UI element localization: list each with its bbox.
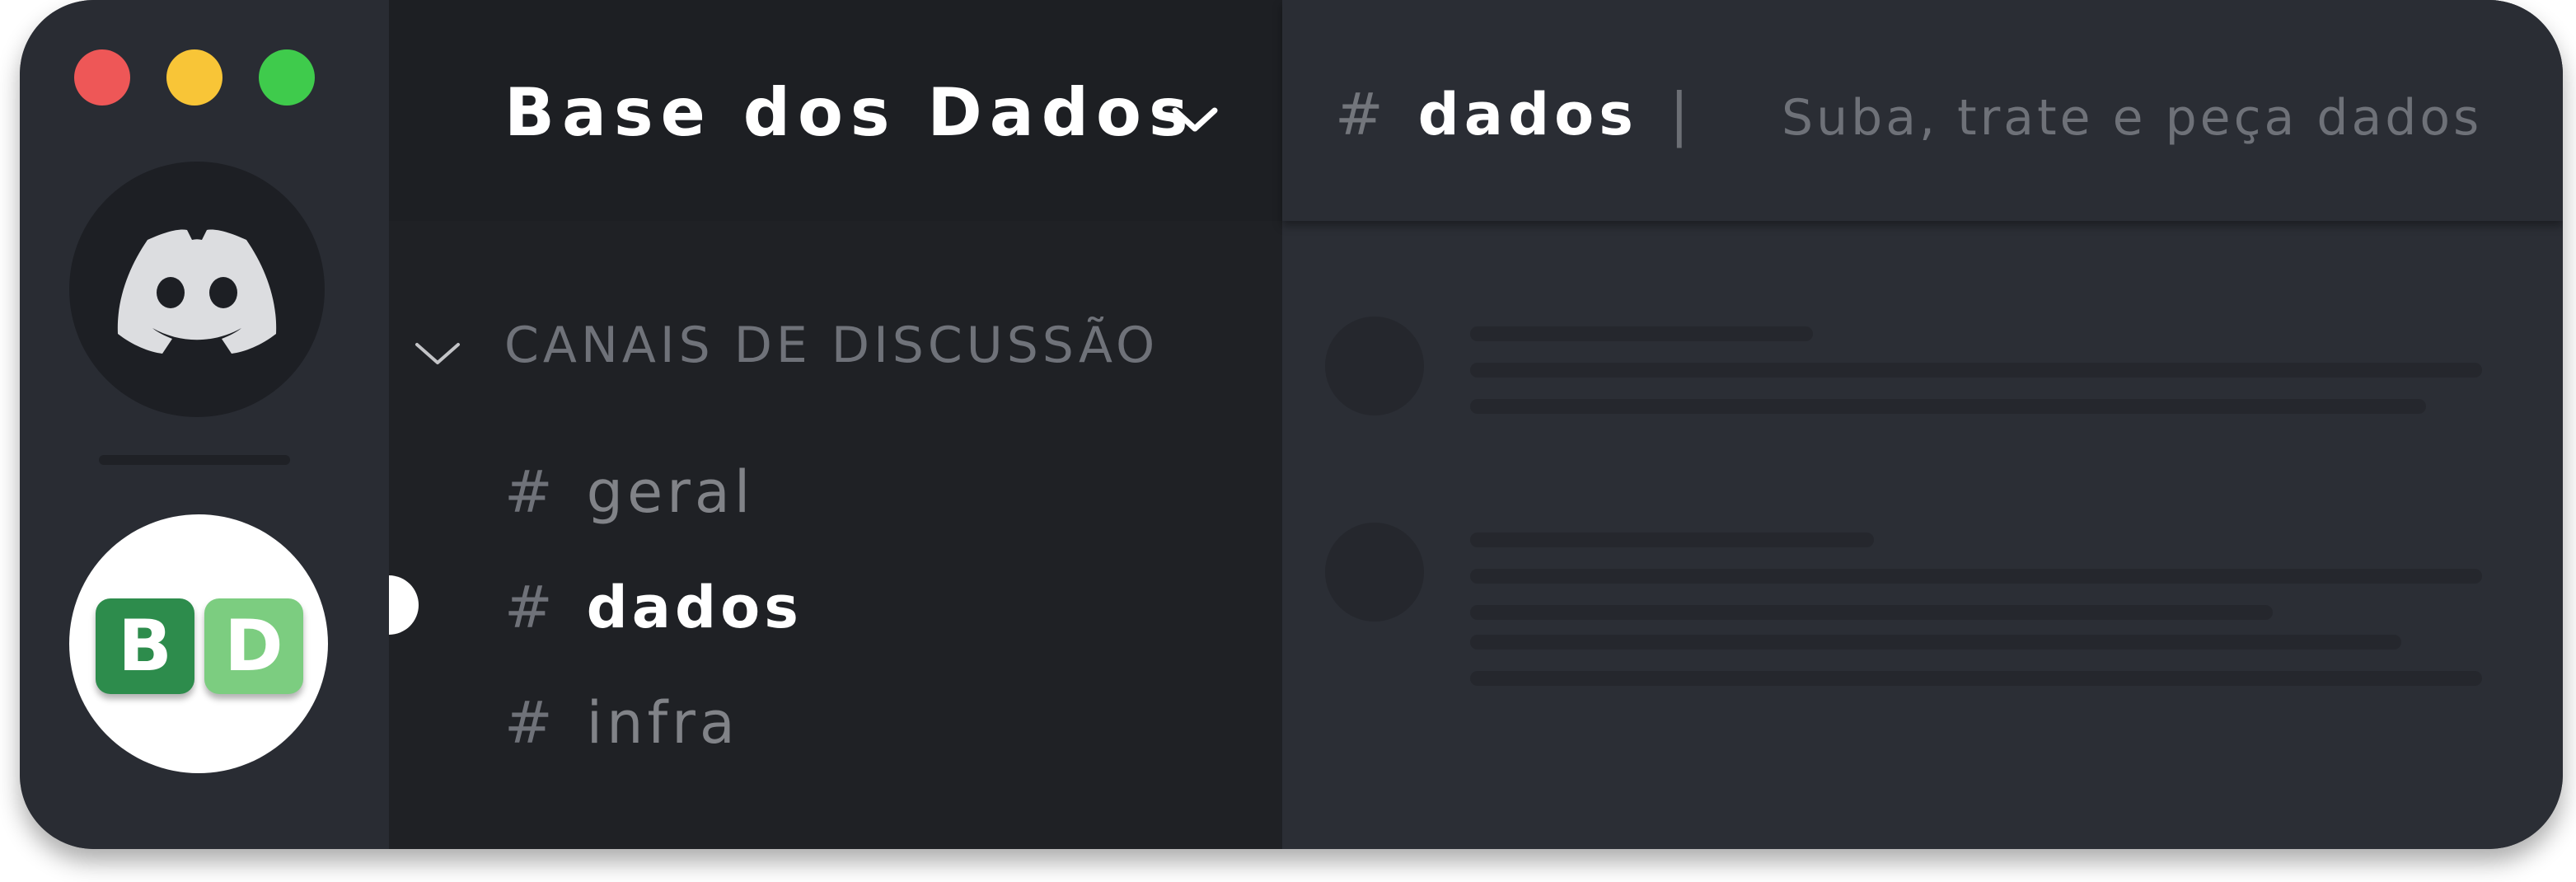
channel-name: dados: [586, 574, 803, 641]
server-rail: B D: [20, 0, 389, 849]
text-placeholder: [1470, 635, 2401, 650]
text-placeholder: [1470, 399, 2426, 414]
chevron-down-icon[interactable]: [1170, 104, 1220, 137]
channel-item-infra[interactable]: # infra: [504, 689, 739, 757]
text-placeholder: [1470, 326, 1813, 341]
maximize-window-button[interactable]: [259, 49, 315, 106]
category-label[interactable]: CANAIS DE DISCUSSÃO: [504, 317, 1159, 374]
close-window-button[interactable]: [74, 49, 130, 106]
app-window: B D Base dos Dados CANAIS DE DISCUSSÃO #…: [20, 0, 2563, 849]
channel-title: # dados: [1335, 81, 1638, 148]
discord-home-button[interactable]: [69, 162, 325, 417]
avatar-placeholder: [1325, 523, 1424, 622]
server-icon-bd[interactable]: B D: [69, 514, 328, 773]
text-placeholder: [1470, 363, 2482, 378]
text-placeholder: [1470, 569, 2482, 584]
category-chevron-icon[interactable]: [414, 340, 461, 368]
hash-icon: #: [1335, 81, 1389, 148]
text-placeholder: [1470, 605, 2273, 620]
server-logo-tile-b: B: [96, 598, 194, 694]
channel-sidebar: Base dos Dados CANAIS DE DISCUSSÃO # gera…: [389, 0, 1282, 849]
text-placeholder: [1470, 532, 1874, 547]
hash-icon: #: [504, 574, 557, 641]
header-divider: |: [1670, 81, 1689, 148]
text-placeholder: [1470, 671, 2482, 686]
active-channel-indicator: [389, 575, 419, 635]
channel-title-name: dados: [1417, 81, 1638, 148]
channel-topic: Suba, trate e peça dados: [1782, 89, 2483, 147]
minimize-window-button[interactable]: [166, 49, 222, 106]
server-header[interactable]: Base dos Dados: [389, 0, 1282, 221]
server-name: Base dos Dados: [504, 74, 1196, 151]
discord-icon: [117, 229, 277, 354]
message-area: # dados | Suba, trate e peça dados: [1282, 0, 2563, 849]
channel-name: infra: [586, 689, 739, 757]
channel-header: # dados | Suba, trate e peça dados: [1282, 0, 2563, 221]
channel-item-dados[interactable]: # dados: [504, 574, 803, 641]
channel-name: geral: [586, 458, 755, 526]
avatar-placeholder: [1325, 317, 1424, 415]
hash-icon: #: [504, 458, 557, 526]
rail-separator: [99, 455, 290, 465]
hash-icon: #: [504, 689, 557, 757]
server-logo-tile-d: D: [204, 598, 303, 694]
channel-item-geral[interactable]: # geral: [504, 458, 754, 526]
